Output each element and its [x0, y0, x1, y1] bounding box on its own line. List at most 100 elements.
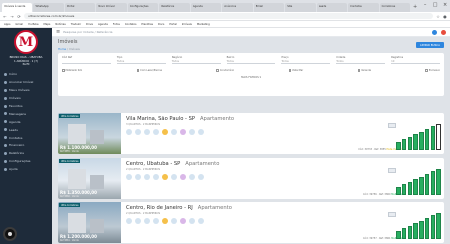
window-controls: – □ ×: [420, 0, 450, 12]
filter-select[interactable]: 10: [391, 59, 441, 64]
amenity-icon: [189, 174, 195, 180]
listing-title[interactable]: Centro, Ubatuba - SP Apartamento: [126, 161, 439, 167]
bookmark-item[interactable]: YouTube: [28, 23, 39, 26]
listing-photo[interactable]: Ultra Corretores R$ 1.350.000,00 Ref 3860 …: [58, 158, 121, 199]
filter-checkbox[interactable]: Condomínio: [216, 69, 234, 72]
sidebar-item[interactable]: Imóveis: [0, 94, 52, 102]
browser-tab[interactable]: Novo Imóvel: [96, 3, 127, 12]
browser-tab[interactable]: Portal: [64, 3, 96, 12]
filter-select[interactable]: Todos: [171, 59, 221, 64]
checkbox-icon[interactable]: [136, 69, 140, 72]
browser-tab[interactable]: Corretores: [379, 3, 411, 12]
star-icon[interactable]: ☆: [436, 14, 440, 19]
bookmark-item[interactable]: Traduzir: [71, 23, 81, 26]
browser-tab[interactable]: Contatos: [348, 3, 379, 12]
sidebar-item[interactable]: Anunciar Imóvel: [0, 78, 52, 86]
filter-select[interactable]: Todos: [226, 59, 276, 64]
listing-location[interactable]: Centro, Ubatuba - SP: [126, 161, 180, 167]
browser-tab[interactable]: Configurações: [127, 3, 159, 12]
browser-tab[interactable]: Relatórios: [159, 3, 190, 12]
filter-checkbox[interactable]: Varanda: [357, 69, 371, 72]
listing-photo[interactable]: Ultra Corretores R$ 1.200.000,00 Ref 3861 …: [58, 202, 121, 243]
portal-thumbnail[interactable]: [388, 168, 396, 173]
bookmark-item[interactable]: Marketing: [197, 23, 210, 26]
sidebar-item[interactable]: Configurações: [0, 157, 52, 165]
filter-checkbox[interactable]: Mobiliado Sim: [62, 69, 82, 72]
browser-tab[interactable]: Agenda: [190, 3, 222, 12]
checkbox-icon[interactable]: [288, 69, 291, 72]
sidebar-item[interactable]: Relatórios: [0, 149, 52, 157]
filter-checkbox[interactable]: Vista Mar: [288, 69, 303, 72]
menu-toggle-icon[interactable]: ≡: [56, 29, 60, 35]
bookmark-item[interactable]: Portal: [169, 23, 176, 26]
clear-search-button[interactable]: LIMPAR BUSCA: [416, 42, 444, 48]
back-icon[interactable]: ←: [3, 14, 7, 19]
sidebar-item[interactable]: Financeiro: [0, 142, 52, 150]
browser-tab[interactable]: Site: [285, 3, 316, 12]
breadcrumb-home[interactable]: Home: [58, 47, 66, 51]
checkbox-icon[interactable]: [216, 69, 219, 72]
bookmark-item[interactable]: Gmail: [15, 23, 23, 26]
sidebar-item[interactable]: Leads: [0, 126, 52, 134]
listing-type: Apartamento: [200, 116, 235, 122]
browser-tab[interactable]: WhatsApp: [33, 3, 64, 12]
notification-icon[interactable]: [441, 29, 446, 35]
new-tab-button[interactable]: +: [411, 3, 419, 12]
bookmark-item[interactable]: Contatos: [125, 23, 137, 26]
bookmark-item[interactable]: Planilhas: [141, 23, 153, 26]
quality-bar: [401, 139, 407, 150]
sidebar-item[interactable]: Agenda: [0, 118, 52, 126]
minimize-icon[interactable]: –: [420, 0, 430, 12]
filter-select[interactable]: Todos: [116, 59, 166, 64]
bookmark-item[interactable]: Agenda: [98, 23, 108, 26]
filter-checkbox[interactable]: Com Lazer/Piscina: [136, 69, 162, 72]
listing-card[interactable]: Ultra Corretores R$ 1.200.000,00 Ref 3861 …: [58, 202, 444, 243]
checkbox-icon[interactable]: [62, 69, 65, 72]
portal-thumbnail[interactable]: [388, 212, 396, 217]
checkbox-icon[interactable]: [425, 69, 428, 72]
listing-location[interactable]: Centro, Rio de Janeiro - RJ: [126, 205, 193, 211]
company-logo[interactable]: M: [14, 30, 38, 54]
bookmark-item[interactable]: Fotos: [113, 23, 120, 26]
browser-tab[interactable]: Email: [253, 3, 285, 12]
bookmark-item[interactable]: Drive: [86, 23, 93, 26]
search-input[interactable]: Pesquise por Cidade / Referência: [63, 30, 112, 34]
filter-select[interactable]: Todos: [281, 59, 331, 64]
browser-tab[interactable]: Imóveis à venda: [2, 3, 33, 12]
sidebar-item[interactable]: Mensagens: [0, 110, 52, 118]
sidebar-item[interactable]: Meus Imóveis: [0, 86, 52, 94]
maximize-icon[interactable]: □: [430, 0, 440, 12]
filter-checkbox[interactable]: Exclusivo: [425, 69, 440, 72]
portal-thumbnail[interactable]: [388, 123, 396, 128]
sidebar-item[interactable]: Ajuda: [0, 165, 52, 173]
bookmark-item[interactable]: Apps: [4, 23, 10, 26]
listing-title[interactable]: Centro, Rio de Janeiro - RJ Apartamento: [126, 205, 439, 211]
sidebar-item[interactable]: Início: [0, 71, 52, 79]
user-profile-link[interactable]: Perfil: [0, 62, 52, 67]
bookmark-item[interactable]: Notícias: [55, 23, 65, 26]
reload-icon[interactable]: ⟳: [17, 14, 21, 19]
bookmark-item[interactable]: Docs: [158, 23, 164, 26]
browser-tab[interactable]: Anúncios: [222, 3, 253, 12]
checkbox-icon[interactable]: [357, 69, 361, 72]
filter-select[interactable]: [62, 59, 111, 64]
bookmark-item[interactable]: Maps: [44, 23, 51, 26]
bookmark-item[interactable]: Imóveis: [182, 23, 192, 26]
browser-tab[interactable]: Leads: [316, 3, 348, 12]
close-icon[interactable]: ×: [440, 0, 450, 12]
forward-icon[interactable]: →: [10, 14, 14, 19]
more-filters-button[interactable]: MAIS FILTROS ▾: [62, 76, 440, 79]
amenity-icon: [135, 129, 141, 135]
sidebar-item[interactable]: Contatos: [0, 134, 52, 142]
url-input[interactable]: ultracorretores.com.br/imoveis: [24, 13, 433, 19]
chat-button[interactable]: [3, 227, 17, 241]
bell-icon[interactable]: [432, 29, 437, 35]
profile-icon[interactable]: ●: [443, 14, 447, 19]
listing-card[interactable]: Ultra Corretores R$ 1.100.000,00 Ref 3855 …: [58, 113, 444, 154]
listing-title[interactable]: Vila Marina, São Paulo - SP Apartamento: [126, 116, 439, 122]
listing-card[interactable]: Ultra Corretores R$ 1.350.000,00 Ref 3860 …: [58, 158, 444, 199]
filter-select[interactable]: Todos: [336, 59, 386, 64]
sidebar-item[interactable]: Favoritos: [0, 102, 52, 110]
listing-photo[interactable]: Ultra Corretores R$ 1.100.000,00 Ref 3855 …: [58, 113, 121, 154]
listing-location[interactable]: Vila Marina, São Paulo - SP: [126, 116, 195, 122]
